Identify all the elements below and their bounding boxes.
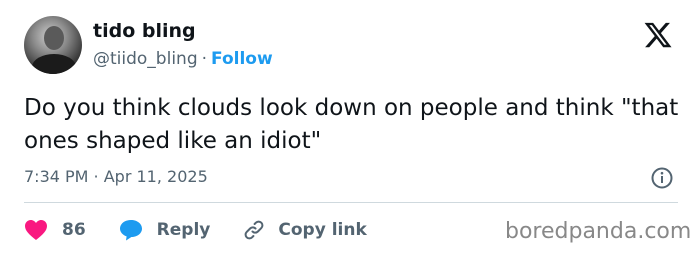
handle-separator: · [201, 49, 208, 69]
author-handle[interactable]: @tiido_bling [93, 49, 198, 69]
action-bar: 86 Reply Copy link [24, 217, 367, 243]
x-logo-icon[interactable] [642, 20, 674, 50]
avatar-head [44, 26, 64, 50]
like-button[interactable]: 86 [24, 219, 119, 241]
divider [24, 202, 678, 203]
tweet-text: Do you think clouds look down on people … [24, 95, 679, 154]
avatar-shoulder [32, 54, 76, 74]
author-handle-row: @tiido_bling · Follow [93, 49, 273, 69]
avatar[interactable] [24, 16, 82, 74]
info-icon[interactable] [650, 166, 674, 190]
speech-bubble-icon [119, 220, 142, 241]
tweet-timestamp[interactable]: 7:34 PM · Apr 11, 2025 [24, 167, 208, 186]
link-icon [244, 220, 264, 240]
author-display-name[interactable]: tido bling [93, 20, 196, 42]
copy-link-button[interactable]: Copy link [242, 218, 367, 242]
follow-button[interactable]: Follow [211, 49, 273, 69]
watermark: boredpanda.com [505, 219, 692, 244]
like-count: 86 [62, 220, 86, 240]
reply-label: Reply [156, 220, 211, 240]
copy-link-label: Copy link [278, 220, 367, 240]
reply-button[interactable]: Reply [119, 219, 243, 241]
heart-icon [25, 220, 47, 240]
